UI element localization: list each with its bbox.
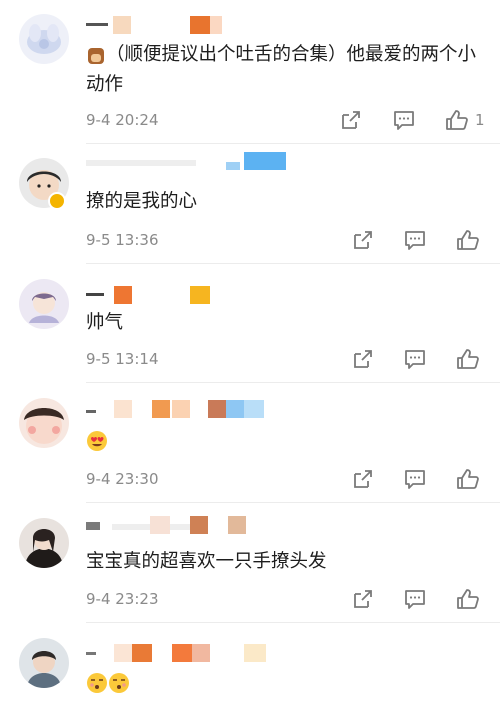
avatar[interactable] [19,518,69,568]
timestamp: 9-5 13:36 [86,231,159,249]
username[interactable] [86,284,316,304]
emoji-heart-eyes [86,430,108,452]
share-button[interactable] [352,346,374,372]
share-button[interactable] [340,107,362,133]
like-button[interactable] [456,227,486,253]
thumbs-up-icon [457,349,479,369]
comment-text: 帅气 [86,312,124,333]
divider [86,382,500,383]
timestamp: 9-4 23:30 [86,470,159,488]
avatar[interactable] [19,638,69,688]
share-icon [354,470,372,488]
comment-icon [405,590,425,609]
thumbs-up-icon [457,230,479,250]
username[interactable] [86,642,316,662]
avatar-image [24,408,64,444]
username[interactable] [86,152,316,172]
comment-icon [405,470,425,489]
timestamp: 9-4 20:24 [86,111,159,129]
timestamp: 9-5 13:14 [86,350,159,368]
share-icon [342,111,360,129]
reply-button[interactable] [404,346,426,372]
comment-text: 宝宝真的超喜欢一只手撩头发 [86,551,327,572]
reply-button[interactable] [404,586,426,612]
timestamp: 9-4 23:23 [86,590,159,608]
share-button[interactable] [352,586,374,612]
like-button[interactable] [456,466,486,492]
reply-button[interactable] [404,466,426,492]
reply-button[interactable] [393,107,415,133]
comment-text: 😍 [86,426,486,456]
avatar[interactable] [19,279,69,329]
avatar[interactable] [19,398,69,448]
emoji-kissing [86,672,130,694]
share-button[interactable] [352,227,374,253]
emoji-dog [86,44,106,66]
comment-text: 撩的是我的心 [86,191,198,212]
comment-text: 😚😚 [86,668,486,698]
share-icon [354,590,372,608]
avatar-image [27,24,61,54]
comment-icon [405,231,425,250]
avatar-image [27,651,61,688]
username[interactable] [86,14,316,34]
like-count: 1 [475,111,485,129]
thumbs-up-icon [457,589,479,609]
comment-text: （顺便提议出个吐舌的合集）他最爱的两个小动作 [86,44,477,95]
comment-icon [405,350,425,369]
share-icon [354,350,372,368]
divider [86,622,500,623]
like-button[interactable]: 1 [445,107,485,133]
share-button[interactable] [352,466,374,492]
divider [86,143,500,144]
share-icon [354,231,372,249]
username[interactable] [86,398,316,418]
username[interactable] [86,514,316,534]
thumbs-up-icon [446,110,468,130]
avatar-image [25,529,63,568]
verified-badge-icon [48,192,66,210]
avatar[interactable] [19,14,69,64]
divider [86,502,500,503]
avatar-image [29,292,59,323]
thumbs-up-icon [457,469,479,489]
like-button[interactable] [456,586,486,612]
reply-button[interactable] [404,227,426,253]
like-button[interactable] [456,346,486,372]
comment-icon [394,111,414,130]
divider [86,263,500,264]
